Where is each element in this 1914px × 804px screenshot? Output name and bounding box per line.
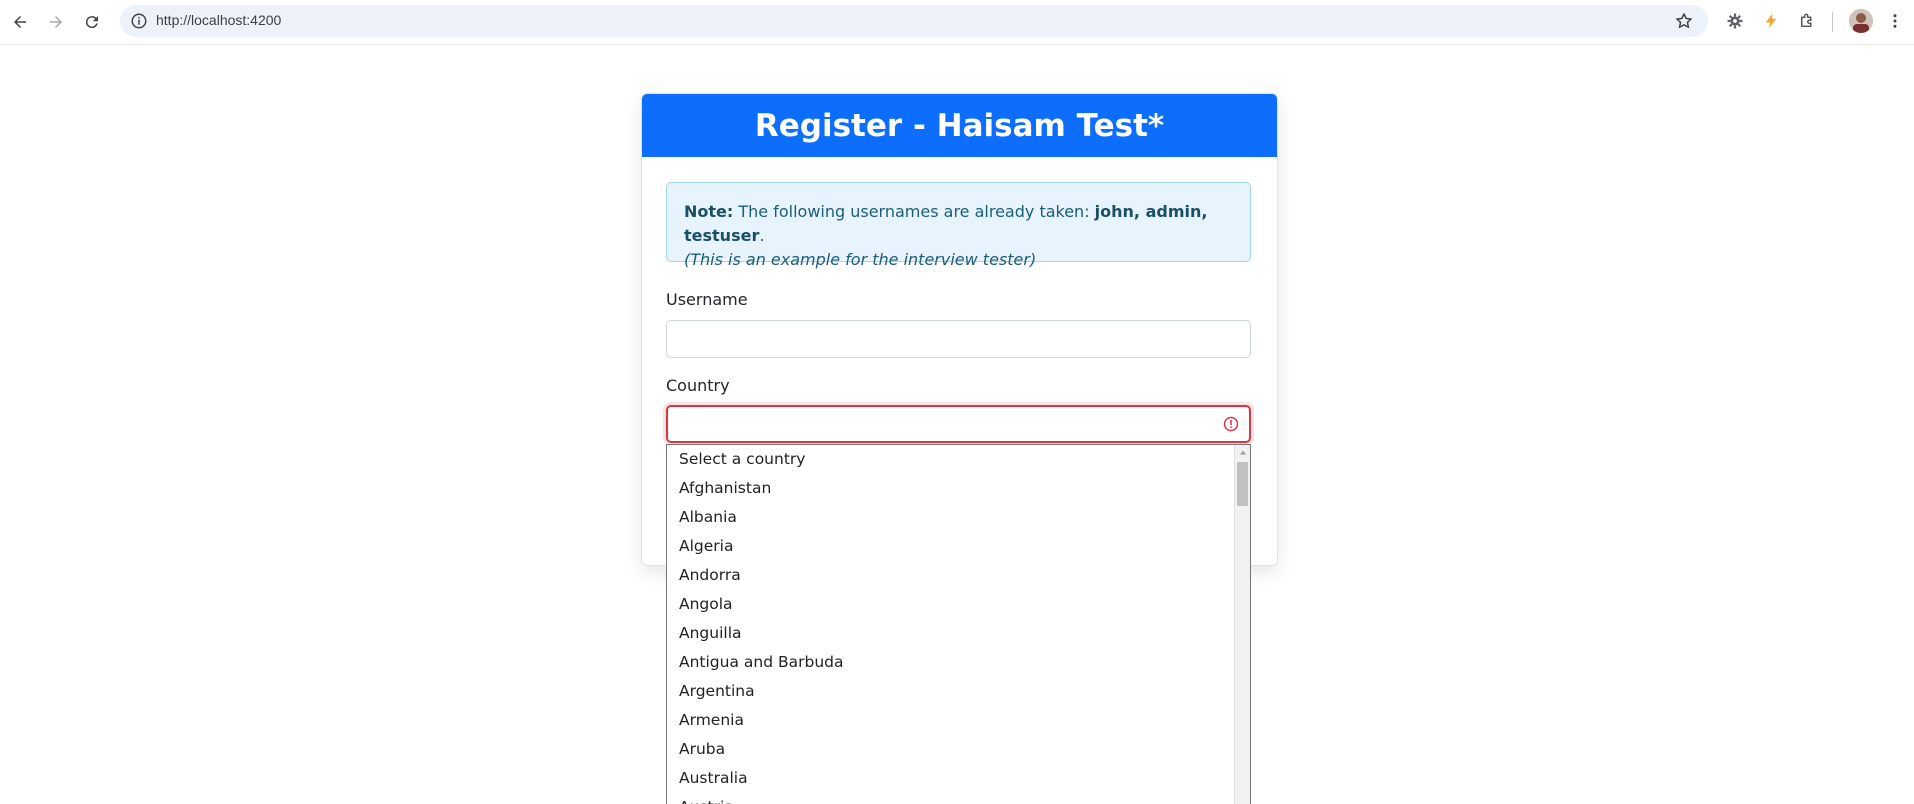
dropdown-option[interactable]: Austria [667, 793, 1250, 804]
avatar[interactable] [1849, 9, 1873, 33]
country-select[interactable] [666, 405, 1251, 443]
browser-toolbar: http://localhost:4200 [0, 0, 1914, 45]
dropdown-scrollbar[interactable] [1234, 445, 1250, 804]
dropdown-option[interactable]: Angola [667, 590, 1250, 619]
alert-text: The following usernames are already take… [733, 202, 1095, 221]
toolbar-divider [1832, 12, 1833, 32]
address-bar[interactable]: http://localhost:4200 [120, 5, 1708, 37]
dropdown-option[interactable]: Antigua and Barbuda [667, 648, 1250, 677]
extension-lightning-icon[interactable] [1760, 10, 1782, 32]
alert-note-label: Note: [684, 202, 734, 221]
username-label: Username [666, 290, 748, 309]
extension-gear-icon[interactable] [1724, 10, 1746, 32]
scroll-up-arrow-icon[interactable] [1235, 445, 1250, 460]
invalid-warning-icon [1223, 416, 1239, 432]
page-title: Register - Haisam Test* [642, 94, 1277, 157]
dropdown-option[interactable]: Argentina [667, 677, 1250, 706]
dropdown-option-placeholder[interactable]: Select a country [667, 445, 1250, 474]
username-input[interactable] [666, 320, 1251, 358]
dropdown-option[interactable]: Anguilla [667, 619, 1250, 648]
country-label: Country [666, 376, 730, 395]
reload-icon[interactable] [78, 8, 106, 36]
menu-kebab-icon[interactable] [1884, 10, 1906, 32]
dropdown-option[interactable]: Afghanistan [667, 474, 1250, 503]
info-alert: Note: The following usernames are alread… [666, 182, 1251, 269]
dropdown-option[interactable]: Andorra [667, 561, 1250, 590]
star-icon[interactable] [1674, 11, 1694, 31]
alert-period: . [759, 226, 765, 245]
dropdown-option[interactable]: Australia [667, 764, 1250, 793]
url-text[interactable]: http://localhost:4200 [156, 12, 281, 28]
forward-arrow-icon[interactable] [42, 8, 70, 36]
dropdown-options: Select a country Afghanistan Albania Algeri… [667, 445, 1250, 804]
scrollbar-thumb[interactable] [1237, 462, 1248, 506]
country-dropdown-list[interactable]: Select a country Afghanistan Albania Algeri… [666, 444, 1251, 804]
info-icon[interactable] [130, 12, 148, 30]
dropdown-option[interactable]: Albania [667, 503, 1250, 532]
back-arrow-icon[interactable] [6, 8, 34, 36]
dropdown-option[interactable]: Algeria [667, 532, 1250, 561]
dropdown-option[interactable]: Aruba [667, 735, 1250, 764]
dropdown-option[interactable]: Armenia [667, 706, 1250, 735]
puzzle-icon[interactable] [1796, 10, 1818, 32]
alert-example-note: (This is an example for the interview te… [684, 250, 1037, 269]
